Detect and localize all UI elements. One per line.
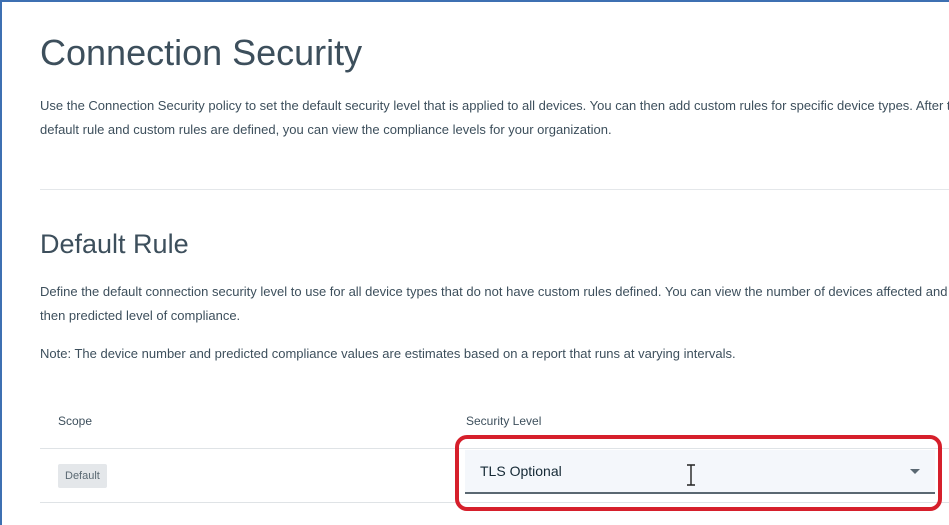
security-level-select[interactable]: TLS Optional — [465, 450, 935, 494]
default-rule-note: Note: The device number and predicted co… — [40, 346, 736, 361]
caret-down-icon[interactable] — [910, 469, 920, 474]
security-level-value: TLS Optional — [480, 463, 562, 479]
default-rule-title: Default Rule — [40, 229, 189, 259]
column-header-security-level: Security Level — [466, 414, 542, 428]
column-header-scope: Scope — [58, 414, 93, 428]
scope-tag-default: Default — [58, 464, 107, 488]
app-frame: Connection Security Use the Connection S… — [0, 0, 949, 525]
text-cursor-icon — [687, 464, 695, 486]
section-divider — [40, 189, 949, 190]
page-description: Use the Connection Security policy to se… — [40, 98, 949, 137]
default-rule-description: Define the default connection security l… — [40, 284, 948, 323]
page-title: Connection Security — [40, 32, 363, 73]
